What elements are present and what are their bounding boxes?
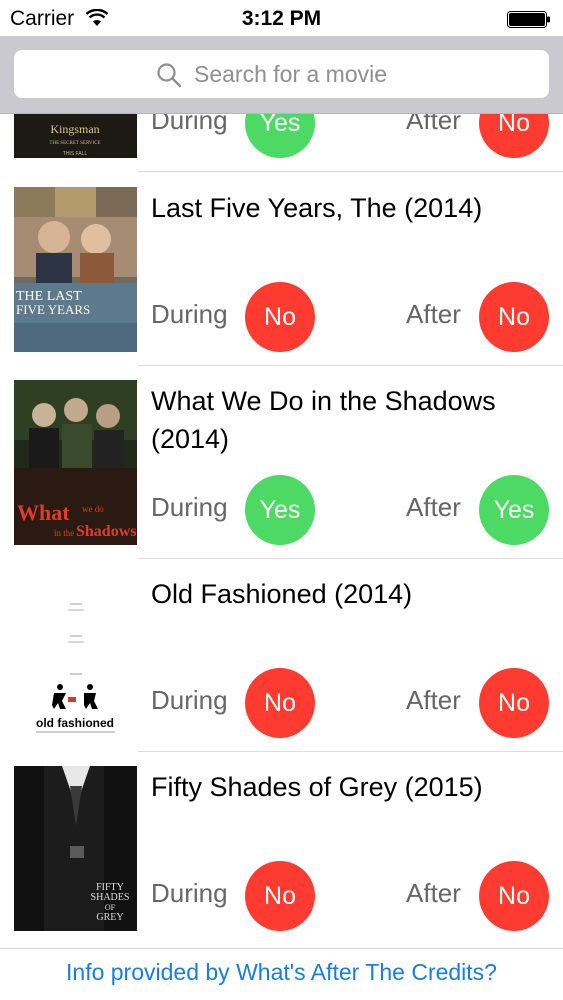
movie-poster: FIFTY SHADES OF GREY — [14, 766, 137, 931]
during-label: During — [151, 878, 228, 908]
movie-title: Last Five Years, The (2014) — [151, 193, 483, 223]
poster-title-4: GREY — [96, 912, 123, 923]
row-separator — [138, 171, 563, 172]
after-badge: No — [479, 668, 549, 738]
poster-title-2: SHADES — [91, 892, 130, 903]
movie-poster: old fashioned — [14, 573, 137, 738]
after-badge: No — [479, 282, 549, 352]
during-badge: Yes — [245, 475, 315, 545]
poster-title: Kingsman — [50, 122, 99, 136]
after-label: After — [406, 299, 461, 329]
after-badge: Yes — [479, 475, 549, 545]
search-bar-container: Search for a movie — [0, 36, 563, 114]
movie-title: Fifty Shades of Grey (2015) — [151, 772, 483, 802]
poster-title-3: in the — [54, 528, 74, 538]
movie-title: What We Do in the Shadows (2014) — [151, 386, 496, 454]
search-input[interactable]: Search for a movie — [14, 50, 549, 98]
after-badge: No — [479, 861, 549, 931]
movie-row-old-fashioned[interactable]: old fashioned Old Fashioned (2014) Durin… — [0, 559, 563, 752]
footer: Info provided by What's After The Credit… — [0, 948, 563, 1000]
during-label: During — [151, 685, 228, 715]
search-placeholder: Search for a movie — [194, 61, 388, 87]
poster-tagline: THIS FALL — [63, 151, 88, 157]
poster-subtitle: FIVE YEARS — [16, 302, 90, 317]
after-label: After — [406, 878, 461, 908]
movie-row-what-we-do-in-the-shadows[interactable]: What we do in the Shadows What We Do in … — [0, 366, 563, 559]
after-label: After — [406, 492, 461, 522]
poster-title-4: Shadows — [76, 523, 136, 540]
poster-title-2: we do — [82, 504, 104, 514]
poster-subtitle: THE SECRET SERVICE — [49, 141, 100, 146]
status-bar: Carrier 3:12 PM — [0, 0, 563, 36]
poster-title-3: OF — [105, 903, 116, 912]
battery-icon — [507, 11, 550, 28]
during-badge: No — [245, 668, 315, 738]
search-icon — [157, 63, 182, 88]
after-label: After — [406, 685, 461, 715]
during-label: During — [151, 492, 228, 522]
poster-title: old fashioned — [36, 716, 114, 730]
movie-poster: What we do in the Shadows — [14, 380, 137, 545]
poster-title-1: What — [17, 500, 70, 525]
status-time: 3:12 PM — [241, 7, 322, 30]
movie-row-last-five-years[interactable]: THE LAST FIVE YEARS Last Five Years, The… — [0, 173, 563, 366]
during-label: During — [151, 299, 228, 329]
credits-info-link[interactable]: Info provided by What's After The Credit… — [0, 959, 563, 986]
during-badge: No — [245, 861, 315, 931]
during-badge: No — [245, 282, 315, 352]
movie-title: Old Fashioned (2014) — [151, 579, 413, 609]
movie-row-fifty-shades-of-grey[interactable]: FIFTY SHADES OF GREY Fifty Shades of Gre… — [0, 752, 563, 945]
movie-poster: THE LAST FIVE YEARS — [14, 187, 137, 352]
